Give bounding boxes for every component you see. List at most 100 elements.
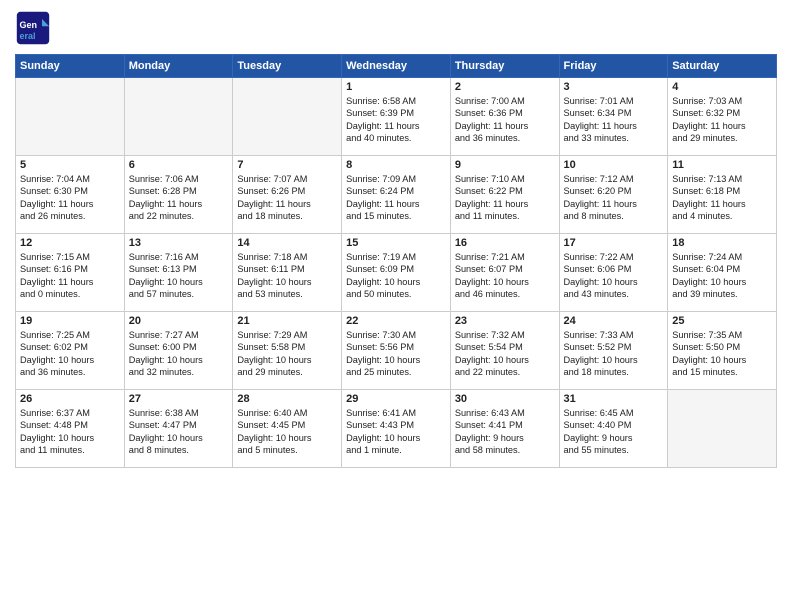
header-cell-sunday: Sunday: [16, 55, 125, 78]
svg-text:Gen: Gen: [20, 20, 38, 30]
calendar-cell: 31 Sunrise: 6:45 AM Sunset: 4:40 PM Dayli…: [559, 390, 668, 468]
day-number: 18: [672, 237, 772, 249]
calendar-cell: 26 Sunrise: 6:37 AM Sunset: 4:48 PM Dayli…: [16, 390, 125, 468]
day-number: 10: [564, 159, 664, 171]
svg-text:eral: eral: [20, 31, 36, 41]
day-number: 15: [346, 237, 446, 249]
day-number: 6: [129, 159, 229, 171]
calendar-cell: 20 Sunrise: 7:27 AM Sunset: 6:00 PM Dayli…: [124, 312, 233, 390]
cell-content: Sunrise: 7:01 AM Sunset: 6:34 PM Dayligh…: [564, 95, 664, 145]
cell-content: Sunrise: 7:00 AM Sunset: 6:36 PM Dayligh…: [455, 95, 555, 145]
cell-content: Sunrise: 7:32 AM Sunset: 5:54 PM Dayligh…: [455, 329, 555, 379]
calendar-cell: 21Sunrise: 7:29 AM Sunset: 5:58 PM Dayli…: [233, 312, 342, 390]
cell-content: Sunrise: 6:58 AM Sunset: 6:39 PM Dayligh…: [346, 95, 446, 145]
logo: Gen eral: [15, 10, 55, 46]
day-number: 22: [346, 315, 446, 327]
calendar-cell: 30Sunrise: 6:43 AM Sunset: 4:41 PM Dayli…: [450, 390, 559, 468]
calendar-cell: 8 Sunrise: 7:09 AM Sunset: 6:24 PM Daylig…: [342, 156, 451, 234]
day-number: 21: [237, 315, 337, 327]
day-number: 4: [672, 81, 772, 93]
header-cell-thursday: Thursday: [450, 55, 559, 78]
calendar-cell: 14 Sunrise: 7:18 AM Sunset: 6:11 PM Dayli…: [233, 234, 342, 312]
day-number: 20: [129, 315, 229, 327]
header-cell-monday: Monday: [124, 55, 233, 78]
cell-content: Sunrise: 7:07 AM Sunset: 6:26 PM Dayligh…: [237, 173, 337, 223]
cell-content: Sunrise: 7:21 AM Sunset: 6:07 PM Dayligh…: [455, 251, 555, 301]
day-number: 12: [20, 237, 120, 249]
cell-content: Sunrise: 7:16 AM Sunset: 6:13 PM Dayligh…: [129, 251, 229, 301]
day-number: 24: [564, 315, 664, 327]
day-number: 26: [20, 393, 120, 405]
calendar-cell: 1 Sunrise: 6:58 AM Sunset: 6:39 PM Daylig…: [342, 78, 451, 156]
calendar-cell: 29 Sunrise: 6:41 AM Sunset: 4:43 PM Dayli…: [342, 390, 451, 468]
day-number: 27: [129, 393, 229, 405]
calendar-cell: 27 Sunrise: 6:38 AM Sunset: 4:47 PM Dayli…: [124, 390, 233, 468]
week-row-2: 12 Sunrise: 7:15 AM Sunset: 6:16 PM Dayli…: [16, 234, 777, 312]
calendar-cell: [668, 390, 777, 468]
calendar-cell: 19 Sunrise: 7:25 AM Sunset: 6:02 PM Dayli…: [16, 312, 125, 390]
day-number: 9: [455, 159, 555, 171]
day-number: 8: [346, 159, 446, 171]
calendar-cell: 15 Sunrise: 7:19 AM Sunset: 6:09 PM Dayli…: [342, 234, 451, 312]
page-container: Gen eral SundayMondayTuesdayWednesdayThu…: [0, 0, 792, 473]
week-row-4: 26 Sunrise: 6:37 AM Sunset: 4:48 PM Dayli…: [16, 390, 777, 468]
calendar-table: SundayMondayTuesdayWednesdayThursdayFrid…: [15, 54, 777, 468]
day-number: 7: [237, 159, 337, 171]
calendar-cell: 7 Sunrise: 7:07 AM Sunset: 6:26 PM Daylig…: [233, 156, 342, 234]
calendar-cell: 13 Sunrise: 7:16 AM Sunset: 6:13 PM Dayli…: [124, 234, 233, 312]
calendar-cell: [124, 78, 233, 156]
calendar-cell: 3 Sunrise: 7:01 AM Sunset: 6:34 PM Daylig…: [559, 78, 668, 156]
day-number: 14: [237, 237, 337, 249]
day-number: 25: [672, 315, 772, 327]
cell-content: Sunrise: 7:13 AM Sunset: 6:18 PM Dayligh…: [672, 173, 772, 223]
header-cell-wednesday: Wednesday: [342, 55, 451, 78]
header-cell-friday: Friday: [559, 55, 668, 78]
calendar-cell: 23 Sunrise: 7:32 AM Sunset: 5:54 PM Dayli…: [450, 312, 559, 390]
cell-content: Sunrise: 7:27 AM Sunset: 6:00 PM Dayligh…: [129, 329, 229, 379]
cell-content: Sunrise: 6:38 AM Sunset: 4:47 PM Dayligh…: [129, 407, 229, 457]
calendar-cell: 25 Sunrise: 7:35 AM Sunset: 5:50 PM Dayli…: [668, 312, 777, 390]
day-number: 23: [455, 315, 555, 327]
calendar-cell: 12 Sunrise: 7:15 AM Sunset: 6:16 PM Dayli…: [16, 234, 125, 312]
cell-content: Sunrise: 6:45 AM Sunset: 4:40 PM Dayligh…: [564, 407, 664, 457]
day-number: 13: [129, 237, 229, 249]
cell-content: Sunrise: 7:09 AM Sunset: 6:24 PM Dayligh…: [346, 173, 446, 223]
calendar-cell: 10Sunrise: 7:12 AM Sunset: 6:20 PM Dayli…: [559, 156, 668, 234]
cell-content: Sunrise: 7:04 AM Sunset: 6:30 PM Dayligh…: [20, 173, 120, 223]
day-number: 19: [20, 315, 120, 327]
calendar-cell: 9Sunrise: 7:10 AM Sunset: 6:22 PM Daylig…: [450, 156, 559, 234]
cell-content: Sunrise: 7:25 AM Sunset: 6:02 PM Dayligh…: [20, 329, 120, 379]
cell-content: Sunrise: 7:06 AM Sunset: 6:28 PM Dayligh…: [129, 173, 229, 223]
day-number: 31: [564, 393, 664, 405]
cell-content: Sunrise: 7:30 AM Sunset: 5:56 PM Dayligh…: [346, 329, 446, 379]
cell-content: Sunrise: 7:24 AM Sunset: 6:04 PM Dayligh…: [672, 251, 772, 301]
day-number: 17: [564, 237, 664, 249]
day-number: 29: [346, 393, 446, 405]
cell-content: Sunrise: 7:18 AM Sunset: 6:11 PM Dayligh…: [237, 251, 337, 301]
day-number: 3: [564, 81, 664, 93]
cell-content: Sunrise: 7:35 AM Sunset: 5:50 PM Dayligh…: [672, 329, 772, 379]
calendar-cell: 28Sunrise: 6:40 AM Sunset: 4:45 PM Dayli…: [233, 390, 342, 468]
week-row-1: 5Sunrise: 7:04 AM Sunset: 6:30 PM Daylig…: [16, 156, 777, 234]
calendar-cell: 11Sunrise: 7:13 AM Sunset: 6:18 PM Dayli…: [668, 156, 777, 234]
cell-content: Sunrise: 6:40 AM Sunset: 4:45 PM Dayligh…: [237, 407, 337, 457]
cell-content: Sunrise: 6:41 AM Sunset: 4:43 PM Dayligh…: [346, 407, 446, 457]
day-number: 16: [455, 237, 555, 249]
cell-content: Sunrise: 7:22 AM Sunset: 6:06 PM Dayligh…: [564, 251, 664, 301]
cell-content: Sunrise: 7:15 AM Sunset: 6:16 PM Dayligh…: [20, 251, 120, 301]
calendar-cell: 16 Sunrise: 7:21 AM Sunset: 6:07 PM Dayli…: [450, 234, 559, 312]
calendar-cell: 4 Sunrise: 7:03 AM Sunset: 6:32 PM Daylig…: [668, 78, 777, 156]
cell-content: Sunrise: 7:03 AM Sunset: 6:32 PM Dayligh…: [672, 95, 772, 145]
calendar-cell: 5Sunrise: 7:04 AM Sunset: 6:30 PM Daylig…: [16, 156, 125, 234]
calendar-cell: 17 Sunrise: 7:22 AM Sunset: 6:06 PM Dayli…: [559, 234, 668, 312]
cell-content: Sunrise: 7:19 AM Sunset: 6:09 PM Dayligh…: [346, 251, 446, 301]
calendar-cell: [233, 78, 342, 156]
day-number: 1: [346, 81, 446, 93]
cell-content: Sunrise: 6:43 AM Sunset: 4:41 PM Dayligh…: [455, 407, 555, 457]
cell-content: Sunrise: 7:33 AM Sunset: 5:52 PM Dayligh…: [564, 329, 664, 379]
header-cell-saturday: Saturday: [668, 55, 777, 78]
cell-content: Sunrise: 6:37 AM Sunset: 4:48 PM Dayligh…: [20, 407, 120, 457]
header-row: SundayMondayTuesdayWednesdayThursdayFrid…: [16, 55, 777, 78]
day-number: 2: [455, 81, 555, 93]
week-row-0: 1 Sunrise: 6:58 AM Sunset: 6:39 PM Daylig…: [16, 78, 777, 156]
